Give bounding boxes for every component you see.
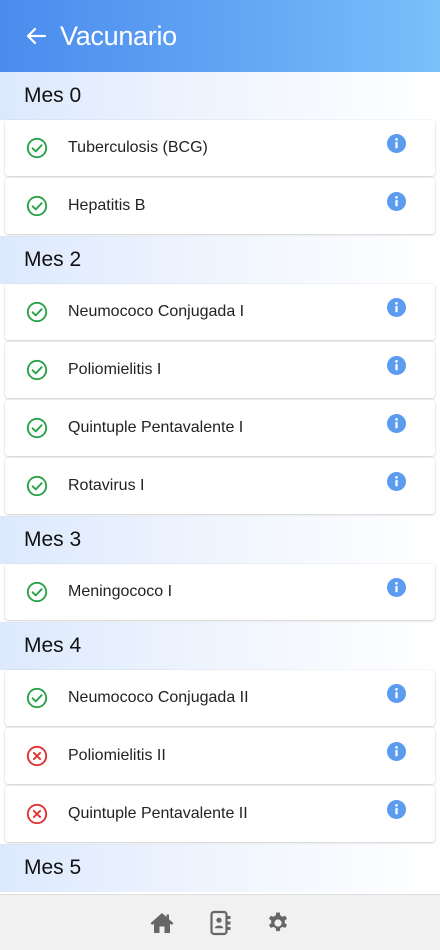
app-header: Vacunario xyxy=(0,0,440,72)
vaccine-row[interactable]: Quintuple Pentavalente II xyxy=(5,786,435,842)
vaccine-name: Quintuple Pentavalente I xyxy=(68,419,244,436)
check-circle-icon xyxy=(26,417,48,439)
vaccine-name: Hepatitis B xyxy=(68,197,146,214)
section-header: Mes 3 xyxy=(0,516,440,564)
vaccine-name: Neumococo Conjugada II xyxy=(68,689,249,706)
section-header: Mes 4 xyxy=(0,622,440,670)
vaccine-row[interactable]: Neumococo Conjugada I xyxy=(5,284,435,340)
check-circle-icon xyxy=(26,137,48,159)
x-circle-icon xyxy=(26,803,48,825)
vaccine-row[interactable]: Hepatitis B xyxy=(5,178,435,234)
x-circle-icon xyxy=(26,745,48,767)
check-circle-icon xyxy=(26,301,48,323)
info-icon[interactable] xyxy=(387,800,406,819)
vaccine-name: Poliomielitis II xyxy=(68,747,166,764)
vaccine-name: Tuberculosis (BCG) xyxy=(68,139,208,156)
info-icon[interactable] xyxy=(387,684,406,703)
gear-icon[interactable] xyxy=(265,910,291,936)
vaccine-name: Poliomielitis I xyxy=(68,361,162,378)
bottom-navigation xyxy=(0,894,440,950)
page-title: Vacunario xyxy=(60,20,177,51)
arrow-left-icon[interactable] xyxy=(24,24,48,48)
vaccine-name: Quintuple Pentavalente II xyxy=(68,805,248,822)
info-icon[interactable] xyxy=(387,742,406,761)
vaccine-row[interactable]: Quintuple Pentavalente I xyxy=(5,400,435,456)
check-circle-icon xyxy=(26,581,48,603)
vaccine-row[interactable]: Meningococo I xyxy=(5,564,435,620)
vaccine-row[interactable]: Poliomielitis I xyxy=(5,342,435,398)
info-icon[interactable] xyxy=(387,414,406,433)
address-book-icon[interactable] xyxy=(207,910,233,936)
check-circle-icon xyxy=(26,475,48,497)
info-icon[interactable] xyxy=(387,578,406,597)
vaccine-row[interactable]: Rotavirus I xyxy=(5,458,435,514)
app-screen: Vacunario Mes 0 Tuberculosis (BCG) Hepatit… xyxy=(0,0,440,950)
check-circle-icon xyxy=(26,687,48,709)
section-header: Mes 5 xyxy=(0,844,440,892)
check-circle-icon xyxy=(26,195,48,217)
home-icon[interactable] xyxy=(149,910,175,936)
vaccine-name: Rotavirus I xyxy=(68,477,145,494)
vaccine-list: Mes 0 Tuberculosis (BCG) Hepatitis B Mes 2 N… xyxy=(0,72,440,894)
vaccine-row[interactable]: Tuberculosis (BCG) xyxy=(5,120,435,176)
info-icon[interactable] xyxy=(387,134,406,153)
section-header: Mes 2 xyxy=(0,236,440,284)
section-header: Mes 0 xyxy=(0,72,440,120)
vaccine-row[interactable]: Poliomielitis II xyxy=(5,728,435,784)
info-icon[interactable] xyxy=(387,356,406,375)
info-icon[interactable] xyxy=(387,472,406,491)
vaccine-row[interactable]: Neumococo Conjugada II xyxy=(5,670,435,726)
info-icon[interactable] xyxy=(387,298,406,317)
vaccine-name: Neumococo Conjugada I xyxy=(68,303,245,320)
check-circle-icon xyxy=(26,359,48,381)
vaccine-name: Meningococo I xyxy=(68,583,173,600)
info-icon[interactable] xyxy=(387,192,406,211)
